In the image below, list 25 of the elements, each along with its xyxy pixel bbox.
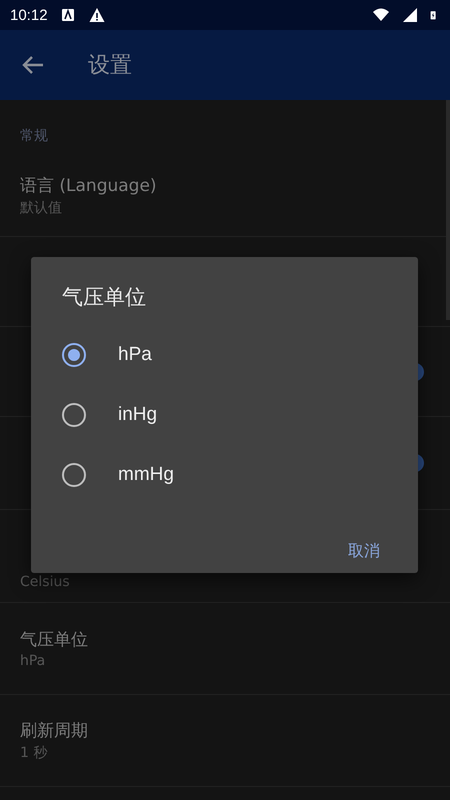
setting-title: 气压单位 (20, 629, 88, 651)
screen-title: 设置 (88, 52, 132, 80)
setting-title: 刷新周期 (20, 720, 88, 742)
signal-icon (402, 7, 418, 23)
setting-row[interactable]: 气压单位 hPa (0, 603, 450, 695)
option-label[interactable]: hPa (118, 344, 152, 366)
option-label[interactable]: mmHg (118, 464, 174, 486)
radio-button[interactable] (62, 403, 86, 427)
wifi-icon (372, 7, 390, 23)
setting-title: 语言 (Language) (20, 175, 157, 197)
setting-value: 默认值 (20, 199, 63, 217)
setting-value: hPa (20, 653, 46, 669)
cancel-button[interactable]: 取消 (340, 535, 388, 568)
section-title: 常规 (20, 127, 48, 146)
back-icon[interactable] (22, 55, 44, 75)
setting-row[interactable]: 刷新周期 1 秒 (0, 695, 450, 787)
status-time: 10:12 (10, 6, 48, 24)
keyboard-icon (60, 7, 76, 23)
warning-icon (88, 7, 106, 23)
dialog-title: 气压单位 (62, 284, 147, 311)
option-label[interactable]: inHg (118, 404, 158, 426)
setting-value: Celsius (20, 574, 70, 590)
setting-value: 1 秒 (20, 744, 48, 762)
radio-button[interactable] (62, 463, 86, 487)
radio-button[interactable] (62, 343, 86, 367)
